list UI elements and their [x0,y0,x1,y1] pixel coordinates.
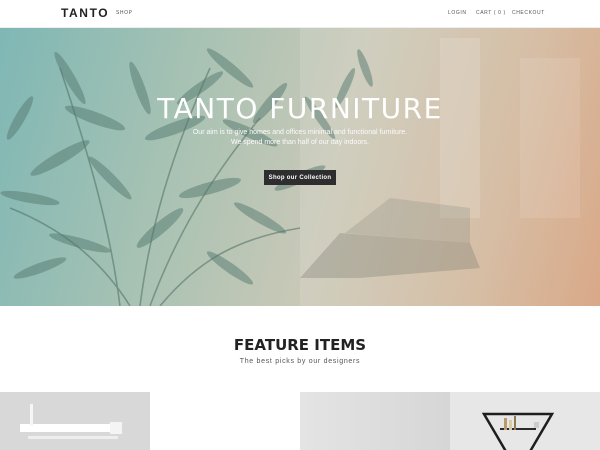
nav-shop-link[interactable]: SHOP [116,10,133,16]
nav-checkout-link[interactable]: CHECKOUT [512,10,545,16]
nav-login-link[interactable]: LOGIN [448,10,467,16]
feature-item-4[interactable] [450,392,600,450]
nav-cart-link[interactable]: CART ( 0 ) [476,10,506,16]
hero-background-image [0,28,600,306]
grey-product-image [300,392,450,450]
hero-title: TANTO FURNITURE [157,92,443,125]
hero-description-line-2: We spend more than half of our day indoo… [230,139,369,146]
blank-product-image [150,392,300,450]
feature-item-1[interactable] [0,392,150,450]
feature-items-grid [0,392,600,450]
feature-item-3[interactable] [300,392,450,450]
triangle-shelf-product-image [481,412,555,450]
site-logo[interactable]: TANTO [61,6,109,20]
white-shelf-product-image [20,404,122,439]
site-header: TANTO SHOP LOGIN CART ( 0 ) CHECKOUT [0,0,600,28]
feature-section-subtitle: The best picks by our designers [239,358,361,365]
hero-description-line-1: Our aim is to give homes and offices min… [192,129,408,136]
feature-section-title: FEATURE ITEMS [233,336,367,354]
hero-banner: TANTO FURNITURE Our aim is to give homes… [0,28,600,306]
feature-item-2[interactable] [150,392,300,450]
shop-collection-button[interactable]: Shop our Collection [264,170,336,185]
